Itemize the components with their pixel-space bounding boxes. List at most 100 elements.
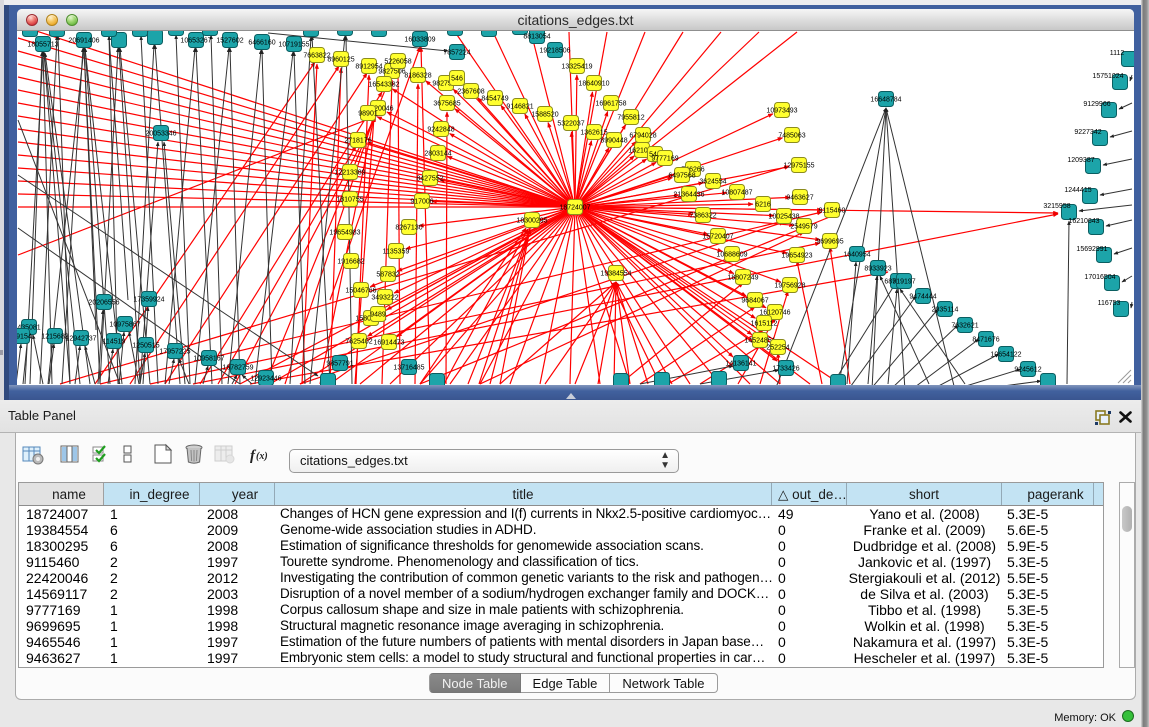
svg-text:15751024: 15751024 [1092,73,1123,80]
svg-text:252254: 252254 [766,345,789,352]
svg-text:20691406: 20691406 [68,38,99,45]
svg-text:8186328: 8186328 [404,73,431,80]
svg-text:20206556: 20206556 [88,300,119,307]
svg-text:8427552: 8427552 [416,176,443,183]
svg-text:20053346: 20053346 [145,131,176,138]
svg-text:7632621: 7632621 [951,323,978,330]
svg-text:10688609: 10688609 [716,252,747,259]
svg-text:3493222: 3493222 [371,295,398,302]
svg-text:9115460: 9115460 [819,208,846,215]
svg-text:5226058: 5226058 [384,59,411,66]
svg-text:116753: 116753 [1098,300,1121,307]
svg-text:16648784: 16648784 [870,97,901,104]
svg-text:18640910: 18640910 [578,81,609,88]
svg-text:9129966: 9129966 [1083,101,1110,108]
svg-text:2367608: 2367608 [457,89,484,96]
svg-text:10975867: 10975867 [109,322,140,329]
svg-text:9827506: 9827506 [378,69,405,76]
svg-text:1588520: 1588520 [531,112,558,119]
svg-text:6466160: 6466160 [248,40,275,47]
svg-text:19654923: 19654923 [781,253,812,260]
svg-text:18807249: 18807249 [727,275,758,282]
svg-text:1135359: 1135359 [383,249,410,256]
svg-text:17957225: 17957225 [159,349,190,356]
svg-text:10025438: 10025438 [768,214,799,221]
svg-text:16961758: 16961758 [595,101,626,108]
svg-text:8454749: 8454749 [481,96,508,103]
svg-text:7857224: 7857224 [443,50,470,57]
svg-text:6497568: 6497568 [668,173,695,180]
svg-text:15720407: 15720407 [702,234,733,241]
svg-text:6794028: 6794028 [629,133,656,140]
svg-text:12923446: 12923446 [250,376,281,383]
svg-text:917006: 917006 [410,199,433,206]
svg-text:10958167: 10958167 [193,356,224,363]
svg-text:8267130: 8267130 [395,225,422,232]
svg-text:12975155: 12975155 [783,163,814,170]
svg-text:1640954: 1640954 [843,252,870,259]
svg-text:1810755: 1810755 [336,197,363,204]
svg-text:5322037: 5322037 [557,121,584,128]
svg-text:8990448: 8990448 [600,138,627,145]
svg-text:546: 546 [451,76,463,83]
svg-text:8471676: 8471676 [972,337,999,344]
svg-text:10807487: 10807487 [721,190,752,197]
svg-text:12213389: 12213389 [334,170,365,177]
svg-text:16782759: 16782759 [222,365,253,372]
svg-text:19384554: 19384554 [600,271,631,278]
svg-text:39154: 39154 [17,334,32,341]
svg-text:19654983: 19654983 [329,230,360,237]
svg-text:10719155: 10719155 [278,42,309,49]
svg-text:9227342: 9227342 [1074,129,1101,136]
svg-text:9146821: 9146821 [506,104,533,111]
svg-text:3624554: 3624554 [699,179,726,186]
svg-text:18055713: 18055713 [27,42,58,49]
svg-text:15692991: 15692991 [1076,246,1107,253]
svg-text:16210643: 16210643 [1068,218,1099,225]
svg-text:16543382: 16543382 [368,82,399,89]
svg-text:3675685: 3675685 [433,101,460,108]
svg-text:9245612: 9245612 [1014,367,1041,374]
svg-text:17016504: 17016504 [1084,274,1115,281]
svg-text:12942737: 12942737 [65,336,96,343]
svg-text:10654122: 10654122 [990,352,1021,359]
svg-text:1362615: 1362615 [580,130,607,137]
svg-text:16914473: 16914473 [373,340,404,347]
svg-text:(x): (x) [256,451,268,462]
svg-text:9777169: 9777169 [651,156,678,163]
svg-text:1244415: 1244415 [1064,187,1091,194]
svg-text:9699695: 9699695 [816,239,843,246]
svg-text:16033809: 16033809 [404,37,435,44]
svg-text:13716485: 13716485 [393,365,424,372]
svg-text:9474444: 9474444 [909,294,936,301]
svg-text:9857791: 9857791 [326,361,353,368]
svg-text:18724007: 18724007 [559,205,590,212]
svg-text:114519: 114519 [103,339,126,346]
svg-text:18300295: 18300295 [516,218,547,225]
svg-text:1527602: 1527602 [216,38,243,45]
svg-text:1615112: 1615112 [751,321,778,328]
svg-text:19218506: 19218506 [539,48,570,55]
svg-text:7386322: 7386322 [689,213,716,220]
svg-text:9684067: 9684067 [741,298,768,305]
svg-text:3215958: 3215958 [1043,203,1070,210]
svg-text:17359924: 17359924 [133,297,164,304]
svg-text:7625402: 7625402 [345,339,372,346]
svg-text:8813054: 8813054 [523,34,550,41]
svg-text:2803144: 2803144 [424,151,451,158]
svg-text:19756928: 19756928 [774,283,805,290]
svg-text:21364436: 21364436 [673,192,704,199]
svg-text:14136141: 14136141 [725,361,756,368]
svg-text:10973493: 10973493 [766,108,797,115]
svg-text:13325419: 13325419 [561,64,592,71]
svg-text:2718176: 2718176 [344,138,371,145]
svg-text:9489: 9489 [370,312,386,319]
svg-text:7485063: 7485063 [778,133,805,140]
svg-text:98901: 98901 [358,111,378,118]
svg-text:10653267: 10653267 [180,38,211,45]
svg-text:2935114: 2935114 [932,307,959,314]
svg-text:1209387: 1209387 [1067,157,1094,164]
svg-text:1250515: 1250515 [132,343,159,350]
svg-text:8960125: 8960125 [327,57,354,64]
svg-text:1733426: 1733426 [772,366,799,373]
